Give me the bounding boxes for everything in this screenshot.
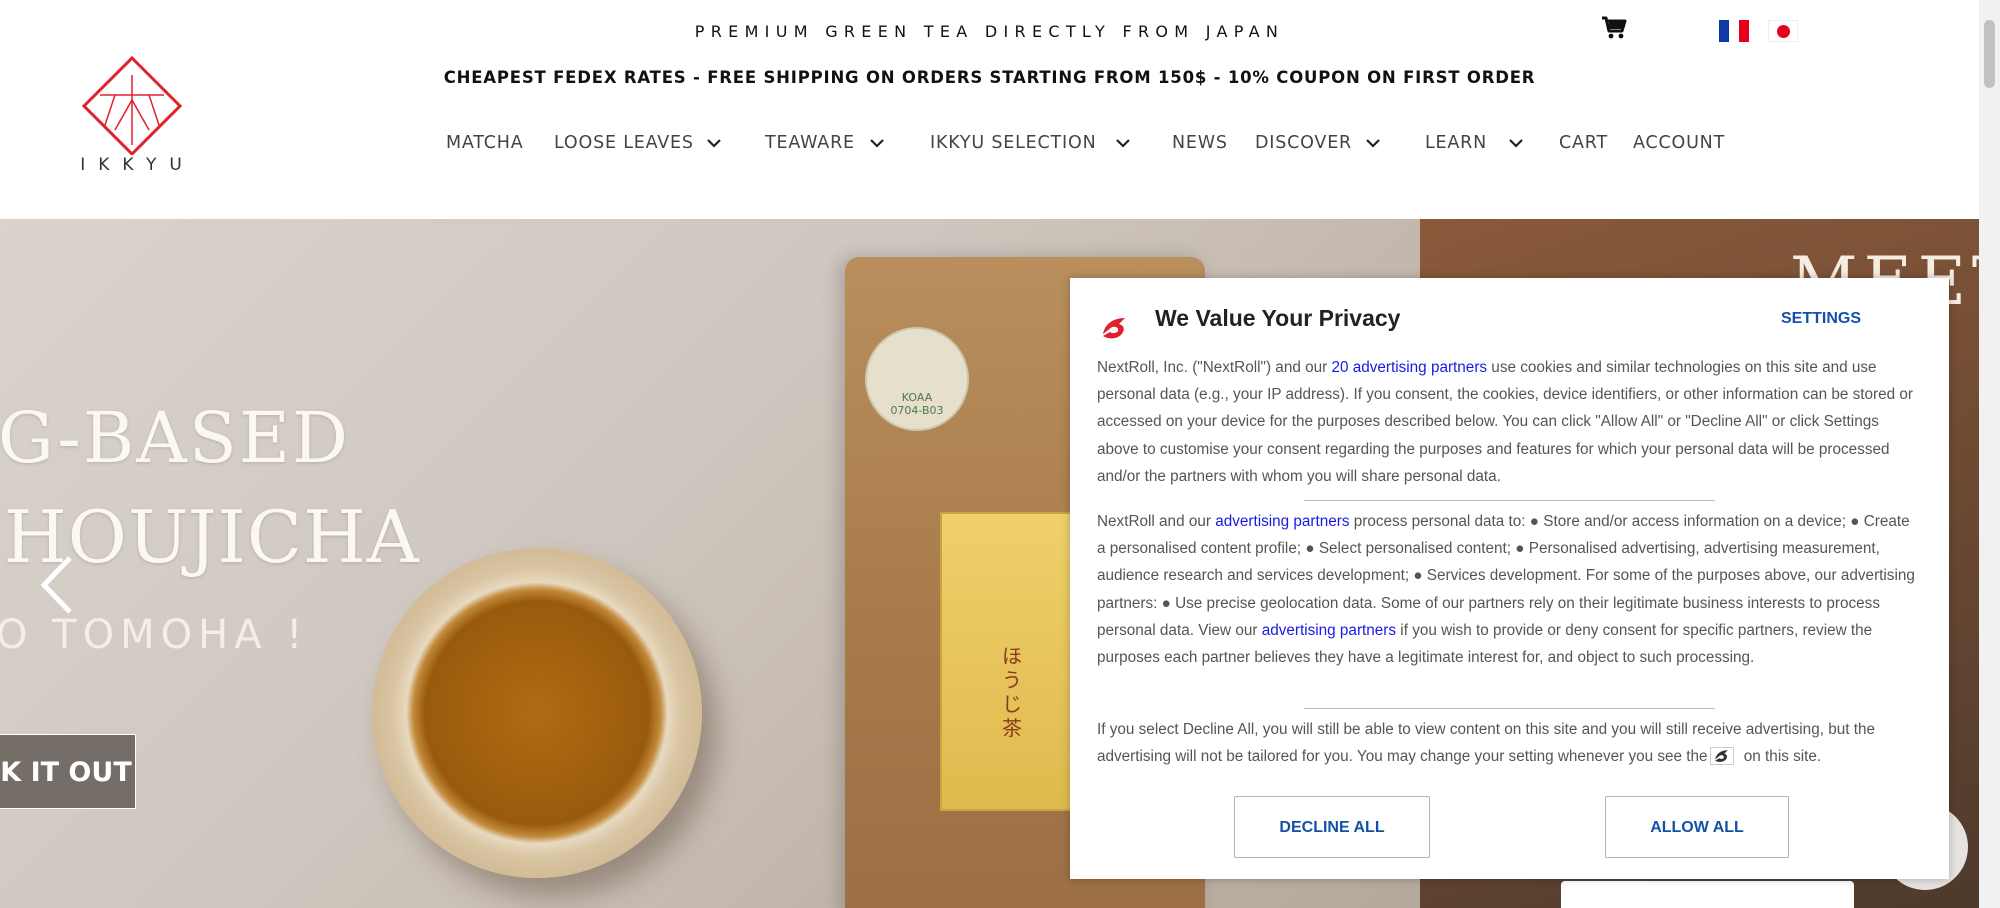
ikkyu-logo[interactable]: IKKYU — [70, 55, 195, 180]
advertising-partners-link[interactable]: advertising partners — [1262, 622, 1396, 639]
privacy-paragraph-3: If you select Decline All, you will stil… — [1097, 716, 1922, 770]
organic-seal: KOAA 0704-B03 — [865, 327, 969, 431]
nav-label: NEWS — [1172, 133, 1228, 153]
privacy-text: NextRoll and our — [1097, 513, 1216, 530]
chevron-down-icon — [870, 139, 884, 148]
french-flag-icon[interactable] — [1719, 20, 1749, 42]
nav-label: ACCOUNT — [1633, 133, 1726, 153]
nav-label: TEAWARE — [765, 133, 855, 153]
tea-bag-label-text: ほうじ茶 — [1002, 644, 1022, 740]
tea-bag-label: ほうじ茶 — [940, 512, 1084, 811]
promo-banner: CHEAPEST FEDEX RATES - FREE SHIPPING ON … — [443, 68, 1536, 87]
settings-button[interactable]: SETTINGS — [1781, 310, 1861, 328]
chevron-down-icon — [1116, 139, 1130, 148]
privacy-paragraph-1: NextRoll, Inc. ("NextRoll") and our 20 a… — [1097, 354, 1922, 490]
scrollbar-thumb[interactable] — [1984, 20, 1995, 88]
nav-label: LOOSE LEAVES — [554, 133, 694, 153]
privacy-text: on this site. — [1739, 748, 1822, 766]
hero-subtitle: O TOMOHA ! — [0, 612, 309, 658]
site-header: PREMIUM GREEN TEA DIRECTLY FROM JAPAN CH… — [0, 0, 1979, 219]
nav-item-cart[interactable]: CART — [1559, 133, 1608, 153]
advertising-partners-link[interactable]: advertising partners — [1215, 513, 1349, 530]
nextroll-logo-icon — [1103, 318, 1125, 339]
divider — [1304, 708, 1715, 709]
nav-item-loose-leaves[interactable]: LOOSE LEAVES — [554, 133, 721, 153]
allow-all-button[interactable]: ALLOW ALL — [1605, 796, 1789, 858]
nav-label: MATCHA — [446, 133, 524, 153]
cart-icon[interactable] — [1601, 16, 1627, 40]
privacy-paragraph-2: NextRoll and our advertising partners pr… — [1097, 508, 1922, 671]
privacy-text: NextRoll, Inc. ("NextRoll") and our — [1097, 359, 1332, 376]
nav-label: DISCOVER — [1255, 133, 1353, 153]
nav-label: CART — [1559, 133, 1608, 153]
nav-item-news[interactable]: NEWS — [1172, 133, 1228, 153]
chevron-down-icon — [707, 139, 721, 148]
logo-emblem-icon — [81, 55, 183, 157]
hero-right-button-fragment[interactable] — [1561, 881, 1854, 908]
privacy-title: We Value Your Privacy — [1155, 305, 1401, 331]
tea-cup-image — [372, 548, 702, 878]
nav-item-discover[interactable]: DISCOVER — [1255, 133, 1380, 153]
nextroll-settings-icon[interactable] — [1709, 747, 1734, 766]
japanese-flag-icon[interactable] — [1768, 20, 1798, 42]
decline-all-button[interactable]: DECLINE ALL — [1234, 796, 1430, 858]
privacy-text: process personal data to: ● Store and/or… — [1097, 513, 1915, 639]
chevron-down-icon — [1509, 139, 1523, 148]
privacy-consent-dialog: We Value Your Privacy SETTINGS NextRoll,… — [1070, 278, 1949, 879]
seal-text: KOAA 0704-B03 — [890, 391, 944, 417]
logo-text: IKKYU — [80, 155, 195, 175]
check-it-out-button[interactable]: K IT OUT — [0, 734, 136, 809]
tagline: PREMIUM GREEN TEA DIRECTLY FROM JAPAN — [694, 22, 1285, 41]
advertising-partners-link[interactable]: 20 advertising partners — [1331, 359, 1487, 376]
nav-item-learn[interactable]: LEARN — [1425, 133, 1523, 153]
nav-item-account[interactable]: ACCOUNT — [1633, 133, 1725, 153]
privacy-text: use cookies and similar technologies on … — [1097, 359, 1913, 485]
nav-label: LEARN — [1425, 133, 1488, 153]
divider — [1304, 500, 1715, 501]
nav-item-teaware[interactable]: TEAWARE — [765, 133, 884, 153]
nav-item-ikkyu-selection[interactable]: IKKYU SELECTION — [930, 133, 1130, 153]
carousel-prev-arrow-icon[interactable] — [38, 554, 76, 616]
nav-item-matcha[interactable]: MATCHA — [446, 133, 524, 153]
chevron-down-icon — [1366, 139, 1380, 148]
page-scrollbar[interactable] — [1979, 0, 2000, 908]
nav-label: IKKYU SELECTION — [930, 133, 1097, 153]
hero-title-line-1: G-BASED — [0, 397, 351, 479]
